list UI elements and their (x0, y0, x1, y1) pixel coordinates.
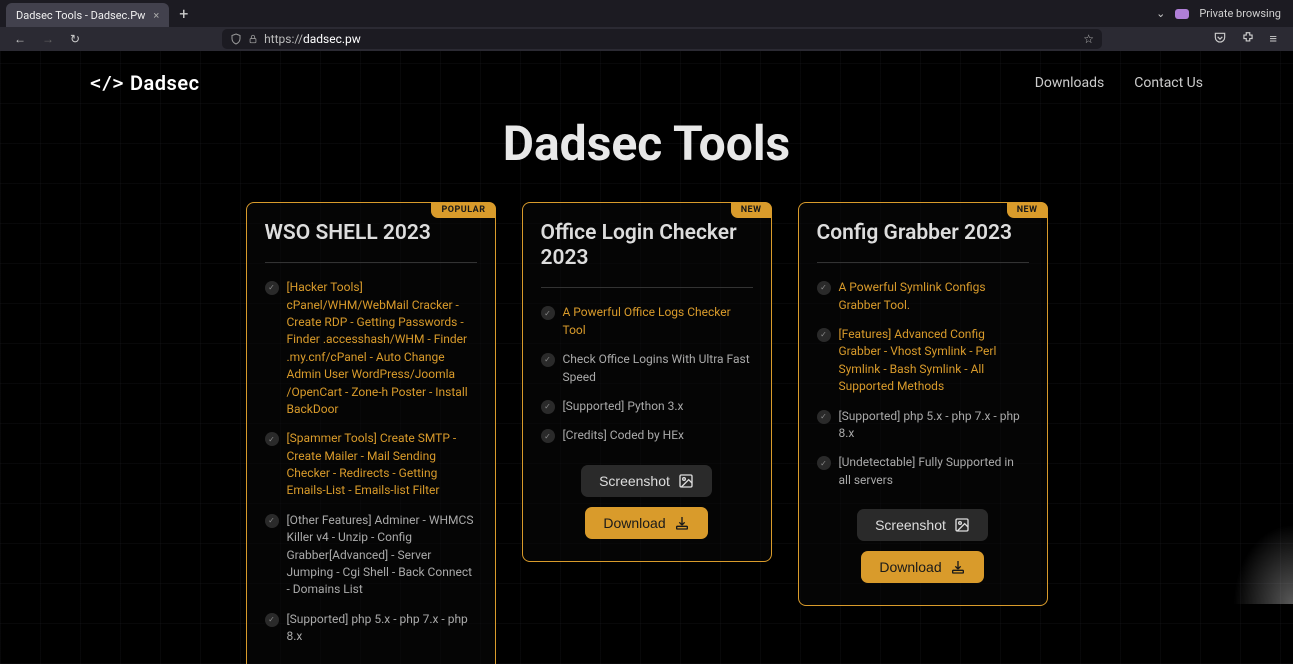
page-header: </> Dadsec Downloads Contact Us (0, 51, 1293, 105)
feature-text: [Features] Advanced Config Grabber - Vho… (839, 326, 1029, 396)
card-title: WSO SHELL 2023 (265, 221, 477, 246)
menu-icon[interactable]: ≡ (1269, 31, 1277, 47)
nav-bar: ← → ↻ https://dadsec.pw ☆ ≡ (0, 27, 1293, 51)
divider (265, 262, 477, 263)
feature-text: [Hacker Tools] cPanel/WHM/WebMail Cracke… (287, 279, 477, 418)
tab-title: Dadsec Tools - Dadsec.Pw (16, 9, 145, 22)
feature-text: [Undetectable] Fully Supported in all se… (839, 454, 1029, 489)
feature-text: [Supported] php 5.x - php 7.x - php 8.x (839, 408, 1029, 443)
feature-list: ✓ [Hacker Tools] cPanel/WHM/WebMail Crack… (265, 279, 477, 645)
image-icon (954, 517, 970, 533)
feature-list: ✓ A Powerful Office Logs Checker Tool ✓ Che… (541, 304, 753, 444)
browser-tab[interactable]: Dadsec Tools - Dadsec.Pw × (6, 3, 169, 27)
check-icon: ✓ (817, 328, 831, 342)
card-title: Config Grabber 2023 (817, 221, 1029, 246)
card-badge: POPULAR (431, 202, 495, 218)
url-protocol: https:// (264, 32, 303, 46)
check-icon: ✓ (817, 410, 831, 424)
tab-strip: Dadsec Tools - Dadsec.Pw × + ⌄ Private b… (0, 0, 1293, 27)
extensions-icon[interactable] (1241, 31, 1255, 47)
check-icon: ✓ (541, 353, 555, 367)
feature-item: ✓ A Powerful Office Logs Checker Tool (541, 304, 753, 339)
url-text: https://dadsec.pw (264, 32, 1077, 46)
private-mask-icon (1175, 9, 1189, 19)
check-icon: ✓ (817, 456, 831, 470)
nav-link-contact-us[interactable]: Contact Us (1134, 75, 1203, 91)
check-icon: ✓ (265, 613, 279, 627)
feature-text: [Credits] Coded by HEx (563, 427, 684, 444)
feature-list: ✓ A Powerful Symlink Configs Grabber Tool… (817, 279, 1029, 489)
logo-icon: </> (90, 73, 124, 94)
tool-card: NEW Config Grabber 2023 ✓ A Powerful Symlin… (798, 202, 1048, 606)
divider (817, 262, 1029, 263)
screenshot-button[interactable]: Screenshot (857, 509, 988, 541)
check-icon: ✓ (265, 432, 279, 446)
button-label: Download (879, 559, 941, 575)
feature-item: ✓ [Other Features] Adminer - WHMCS Killer… (265, 512, 477, 599)
download-button[interactable]: Download (585, 507, 707, 539)
check-icon: ✓ (265, 281, 279, 295)
reload-button[interactable]: ↻ (66, 32, 84, 46)
feature-text: [Other Features] Adminer - WHMCS Killer … (287, 512, 477, 599)
page-viewport[interactable]: </> Dadsec Downloads Contact Us Dadsec To… (0, 51, 1293, 664)
feature-item: ✓ [Spammer Tools] Create SMTP - Create Ma… (265, 430, 477, 500)
feature-text: [Supported] php 5.x - php 7.x - php 8.x (287, 611, 477, 646)
nav-link-downloads[interactable]: Downloads (1035, 75, 1105, 91)
button-label: Download (603, 515, 665, 531)
feature-text: A Powerful Office Logs Checker Tool (563, 304, 753, 339)
browser-chrome: Dadsec Tools - Dadsec.Pw × + ⌄ Private b… (0, 0, 1293, 51)
card-title: Office Login Checker 2023 (541, 221, 753, 271)
card-actions: Screenshot Download (817, 509, 1029, 583)
divider (541, 287, 753, 288)
download-icon (950, 559, 966, 575)
feature-item: ✓ [Credits] Coded by HEx (541, 427, 753, 444)
chevron-down-icon[interactable]: ⌄ (1156, 7, 1165, 20)
download-button[interactable]: Download (861, 551, 983, 583)
card-badge: NEW (731, 202, 772, 218)
button-label: Screenshot (875, 517, 946, 533)
feature-item: ✓ [Supported] php 5.x - php 7.x - php 8.x (265, 611, 477, 646)
download-icon (674, 515, 690, 531)
url-bar[interactable]: https://dadsec.pw ☆ (222, 29, 1102, 49)
private-browsing-label: Private browsing (1199, 7, 1281, 20)
tool-card: NEW Office Login Checker 2023 ✓ A Powerful … (522, 202, 772, 562)
site-logo[interactable]: </> Dadsec (90, 71, 200, 95)
url-host: dadsec.pw (303, 32, 361, 46)
check-icon: ✓ (265, 514, 279, 528)
feature-item: ✓ [Supported] php 5.x - php 7.x - php 8.x (817, 408, 1029, 443)
page-title: Dadsec Tools (0, 115, 1293, 172)
lock-icon (248, 34, 258, 44)
image-icon (678, 473, 694, 489)
tool-card: POPULAR WSO SHELL 2023 ✓ [Hacker Tools] cPa… (246, 202, 496, 664)
close-icon[interactable]: × (153, 9, 159, 22)
bookmark-icon[interactable]: ☆ (1083, 32, 1094, 46)
feature-text: [Supported] Python 3.x (563, 398, 684, 415)
screenshot-button[interactable]: Screenshot (581, 465, 712, 497)
feature-item: ✓ A Powerful Symlink Configs Grabber Tool… (817, 279, 1029, 314)
back-button[interactable]: ← (10, 32, 30, 46)
new-tab-button[interactable]: + (169, 4, 198, 23)
feature-item: ✓ [Supported] Python 3.x (541, 398, 753, 415)
feature-text: [Spammer Tools] Create SMTP - Create Mai… (287, 430, 477, 500)
check-icon: ✓ (541, 429, 555, 443)
pocket-icon[interactable] (1213, 31, 1227, 47)
feature-item: ✓ Check Office Logins With Ultra Fast Spe… (541, 351, 753, 386)
site-nav: Downloads Contact Us (1035, 75, 1203, 91)
card-badge: NEW (1007, 202, 1048, 218)
check-icon: ✓ (541, 400, 555, 414)
feature-text: A Powerful Symlink Configs Grabber Tool. (839, 279, 1029, 314)
feature-item: ✓ [Features] Advanced Config Grabber - Vh… (817, 326, 1029, 396)
logo-text: Dadsec (130, 71, 200, 95)
feature-item: ✓ [Hacker Tools] cPanel/WHM/WebMail Crack… (265, 279, 477, 418)
button-label: Screenshot (599, 473, 670, 489)
feature-item: ✓ [Undetectable] Fully Supported in all s… (817, 454, 1029, 489)
cards-grid: POPULAR WSO SHELL 2023 ✓ [Hacker Tools] cPa… (0, 202, 1293, 664)
card-actions: Screenshot Download (541, 465, 753, 539)
check-icon: ✓ (817, 281, 831, 295)
forward-button: → (38, 32, 58, 46)
feature-text: Check Office Logins With Ultra Fast Spee… (563, 351, 753, 386)
shield-icon (230, 33, 242, 45)
check-icon: ✓ (541, 306, 555, 320)
